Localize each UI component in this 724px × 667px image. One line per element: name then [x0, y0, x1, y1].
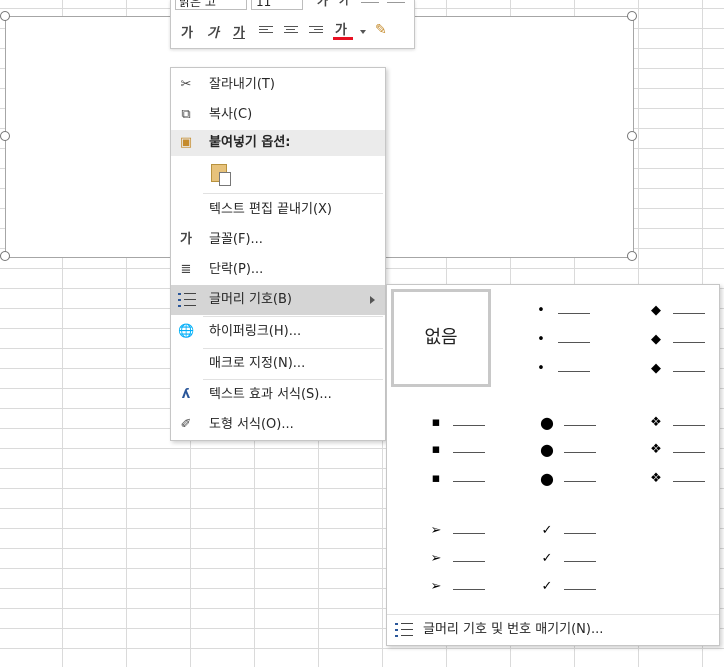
paste-keep-text-only-button[interactable] [171, 160, 385, 190]
bullet-option-small-square[interactable]: ▪ ▪ ▪ [387, 395, 495, 501]
menu-item-label: 단락(P)... [209, 262, 264, 277]
arrow-icon: ➢ [430, 579, 442, 594]
font-size-combobox[interactable]: 11 [251, 0, 303, 10]
hyperlink-icon: 🌐 [178, 324, 195, 339]
large-dot-icon: ● [540, 413, 554, 432]
bullet-none-label: 없음 [391, 289, 491, 387]
align-right-icon[interactable] [309, 26, 323, 36]
menu-item-label: 하이퍼링크(H)... [209, 324, 302, 339]
resize-handle-left[interactable] [0, 131, 10, 141]
resize-handle-bottom-left[interactable] [0, 251, 10, 261]
bullets-mini-icon[interactable] [361, 0, 379, 3]
small-square-icon: ▪ [431, 415, 441, 430]
copy-icon: ⧉ [181, 107, 191, 122]
font-name-combobox[interactable]: 맑은 고 [175, 0, 247, 10]
submenu-arrow-icon [370, 296, 375, 304]
menu-separator [203, 193, 383, 194]
bullets-and-numbering-button[interactable]: 글머리 기호 및 번호 매기기(N)... [387, 614, 719, 645]
diamond-icon: ◆ [651, 303, 661, 318]
arrow-icon: ➢ [430, 523, 442, 538]
menu-item-cut[interactable]: ✂ 잘라내기(T) [171, 70, 385, 100]
bullets-and-numbering-label: 글머리 기호 및 번호 매기기(N)... [423, 622, 604, 637]
small-square-icon: ▪ [431, 471, 441, 486]
bold-button[interactable]: 가 [181, 22, 193, 41]
text-effects-icon: ʎ [181, 387, 191, 402]
font-color-bar [333, 37, 353, 40]
font-color-glyph: 가 [335, 23, 347, 38]
checkmark-icon: ✓ [541, 523, 553, 538]
bullet-option-checkmark[interactable]: ✓ ✓ ✓ [498, 505, 606, 611]
resize-handle-right[interactable] [627, 131, 637, 141]
arrow-icon: ➢ [430, 551, 442, 566]
menu-item-label: 글머리 기호(B) [209, 292, 292, 307]
context-menu: ✂ 잘라내기(T) ⧉ 복사(C) ▣ 붙여넣기 옵션: 텍스트 편집 끝내기(… [170, 67, 386, 441]
font-color-dropdown-icon[interactable] [360, 30, 366, 34]
menu-item-label: 텍스트 편집 끝내기(X) [209, 202, 332, 217]
bullet-option-small-dot[interactable]: • • • [498, 285, 606, 391]
bullet-option-none[interactable]: 없음 [387, 285, 495, 391]
align-center-icon[interactable] [284, 26, 298, 36]
format-painter-icon[interactable]: ✎ [375, 22, 387, 38]
diamond-icon: ◆ [651, 332, 661, 347]
resize-handle-top-right[interactable] [627, 11, 637, 21]
menu-item-exit-text-edit[interactable]: 텍스트 편집 끝내기(X) [171, 195, 385, 225]
checkmark-icon: ✓ [541, 579, 553, 594]
format-shape-icon: ✐ [180, 417, 192, 432]
menu-item-font[interactable]: 가 글꼴(F)... [171, 225, 385, 255]
menu-item-format-shape[interactable]: ✐ 도형 서식(O)... [171, 410, 385, 440]
menu-item-assign-macro[interactable]: 매크로 지정(N)... [171, 349, 385, 379]
menu-item-label: 글꼴(F)... [209, 232, 263, 247]
small-dot-icon: • [537, 332, 545, 347]
diamond-icon: ◆ [651, 361, 661, 376]
italic-button[interactable]: 가 [207, 22, 219, 41]
menu-item-paragraph[interactable]: ≣ 단락(P)... [171, 255, 385, 285]
font-icon: 가 [180, 232, 192, 247]
paragraph-icon: ≣ [180, 262, 192, 277]
small-square-icon: ▪ [431, 442, 441, 457]
bullet-option-diamond[interactable]: ◆ ◆ ◆ [609, 285, 717, 391]
grow-font-button[interactable]: 가 [317, 0, 328, 9]
checkmark-icon: ✓ [541, 551, 553, 566]
font-color-button[interactable]: 가 [333, 19, 353, 40]
four-diamond-icon: ❖ [650, 471, 662, 486]
align-left-icon[interactable] [259, 26, 273, 36]
four-diamond-icon: ❖ [650, 415, 662, 430]
small-dot-icon: • [537, 303, 545, 318]
font-name-value: 맑은 고 [179, 0, 216, 9]
menu-item-bullets[interactable]: 글머리 기호(B) [171, 285, 385, 315]
resize-handle-bottom-right[interactable] [627, 251, 637, 261]
underline-button[interactable]: 가 [233, 22, 245, 41]
bullets-icon [178, 293, 196, 307]
bullet-option-arrow[interactable]: ➢ ➢ ➢ [387, 505, 495, 611]
menu-item-label: 붙여넣기 옵션: [209, 135, 291, 150]
paste-icon: ▣ [179, 135, 193, 150]
paste-doc-icon [219, 172, 231, 186]
menu-item-label: 매크로 지정(N)... [209, 356, 306, 371]
bullet-gallery: 없음 • • • ◆ ◆ ◆ ▪ ▪ ▪ ● ● ● ❖ ❖ ❖ ➢ ➢ ➢ ✓… [386, 284, 720, 646]
scissors-icon: ✂ [180, 77, 192, 92]
bullet-option-four-diamond[interactable]: ❖ ❖ ❖ [609, 395, 717, 501]
shrink-font-button[interactable]: 가 [339, 0, 349, 8]
bullets-icon [395, 623, 413, 637]
menu-item-format-text-effects[interactable]: ʎ 텍스트 효과 서식(S)... [171, 380, 385, 410]
menu-item-label: 도형 서식(O)... [209, 417, 294, 432]
small-dot-icon: • [537, 361, 545, 376]
menu-item-label: 복사(C) [209, 107, 253, 122]
large-dot-icon: ● [540, 469, 554, 488]
large-dot-icon: ● [540, 440, 554, 459]
menu-item-label: 잘라내기(T) [209, 77, 275, 92]
menu-item-label: 텍스트 효과 서식(S)... [209, 387, 332, 402]
mini-toolbar: 맑은 고 11 가 가 가 가 가 가 ✎ [170, 0, 415, 49]
four-diamond-icon: ❖ [650, 442, 662, 457]
paste-options-header: ▣ 붙여넣기 옵션: [171, 130, 385, 156]
menu-item-copy[interactable]: ⧉ 복사(C) [171, 100, 385, 130]
menu-item-hyperlink[interactable]: 🌐 하이퍼링크(H)... [171, 317, 385, 347]
font-size-value: 11 [256, 0, 272, 9]
bullet-option-large-dot[interactable]: ● ● ● [498, 395, 606, 501]
numbering-mini-icon[interactable] [387, 0, 405, 3]
resize-handle-top-left[interactable] [0, 11, 10, 21]
